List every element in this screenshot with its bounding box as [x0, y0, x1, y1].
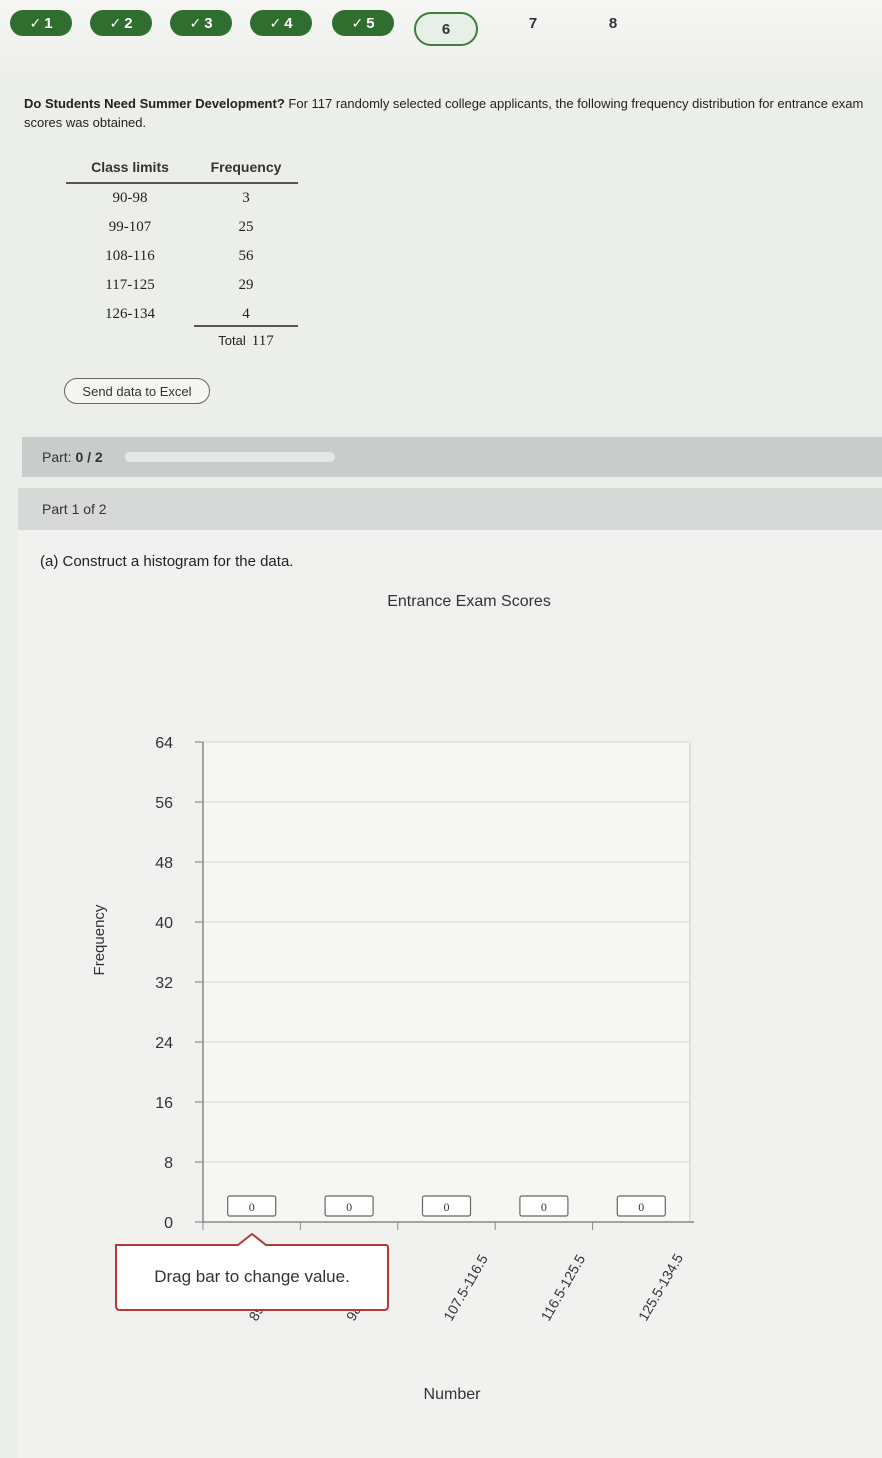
y-tick-label: 0	[164, 1215, 173, 1232]
bar-value-label: 0	[638, 1200, 644, 1214]
y-tick-label: 56	[155, 795, 173, 812]
bar-value-label: 0	[249, 1200, 255, 1214]
y-tick-label: 40	[155, 915, 173, 932]
y-tick-label: 24	[155, 1035, 173, 1052]
y-tick-label: 16	[155, 1095, 173, 1112]
y-tick-label: 64	[155, 735, 173, 752]
chart-title: Entrance Exam Scores	[387, 593, 551, 610]
bar-value-label: 0	[346, 1200, 352, 1214]
tooltip-text: Drag bar to change value.	[154, 1267, 350, 1286]
y-tick-label: 8	[164, 1155, 173, 1172]
x-tick-label: 107.5-116.5	[440, 1251, 491, 1323]
bar-value-label: 0	[541, 1200, 547, 1214]
x-axis-label: Number	[424, 1386, 482, 1403]
bar-value-label: 0	[444, 1200, 450, 1214]
y-tick-label: 32	[155, 975, 173, 992]
y-tick-label: 48	[155, 855, 173, 872]
y-axis-label: Frequency	[91, 904, 108, 975]
x-tick-label: 116.5-125.5	[538, 1251, 589, 1323]
x-tick-label: 125.5-134.5	[635, 1251, 686, 1324]
histogram-chart: Entrance Exam Scores 0 8 16 24 32 40 48 56 64 Freq…	[91, 593, 694, 1403]
